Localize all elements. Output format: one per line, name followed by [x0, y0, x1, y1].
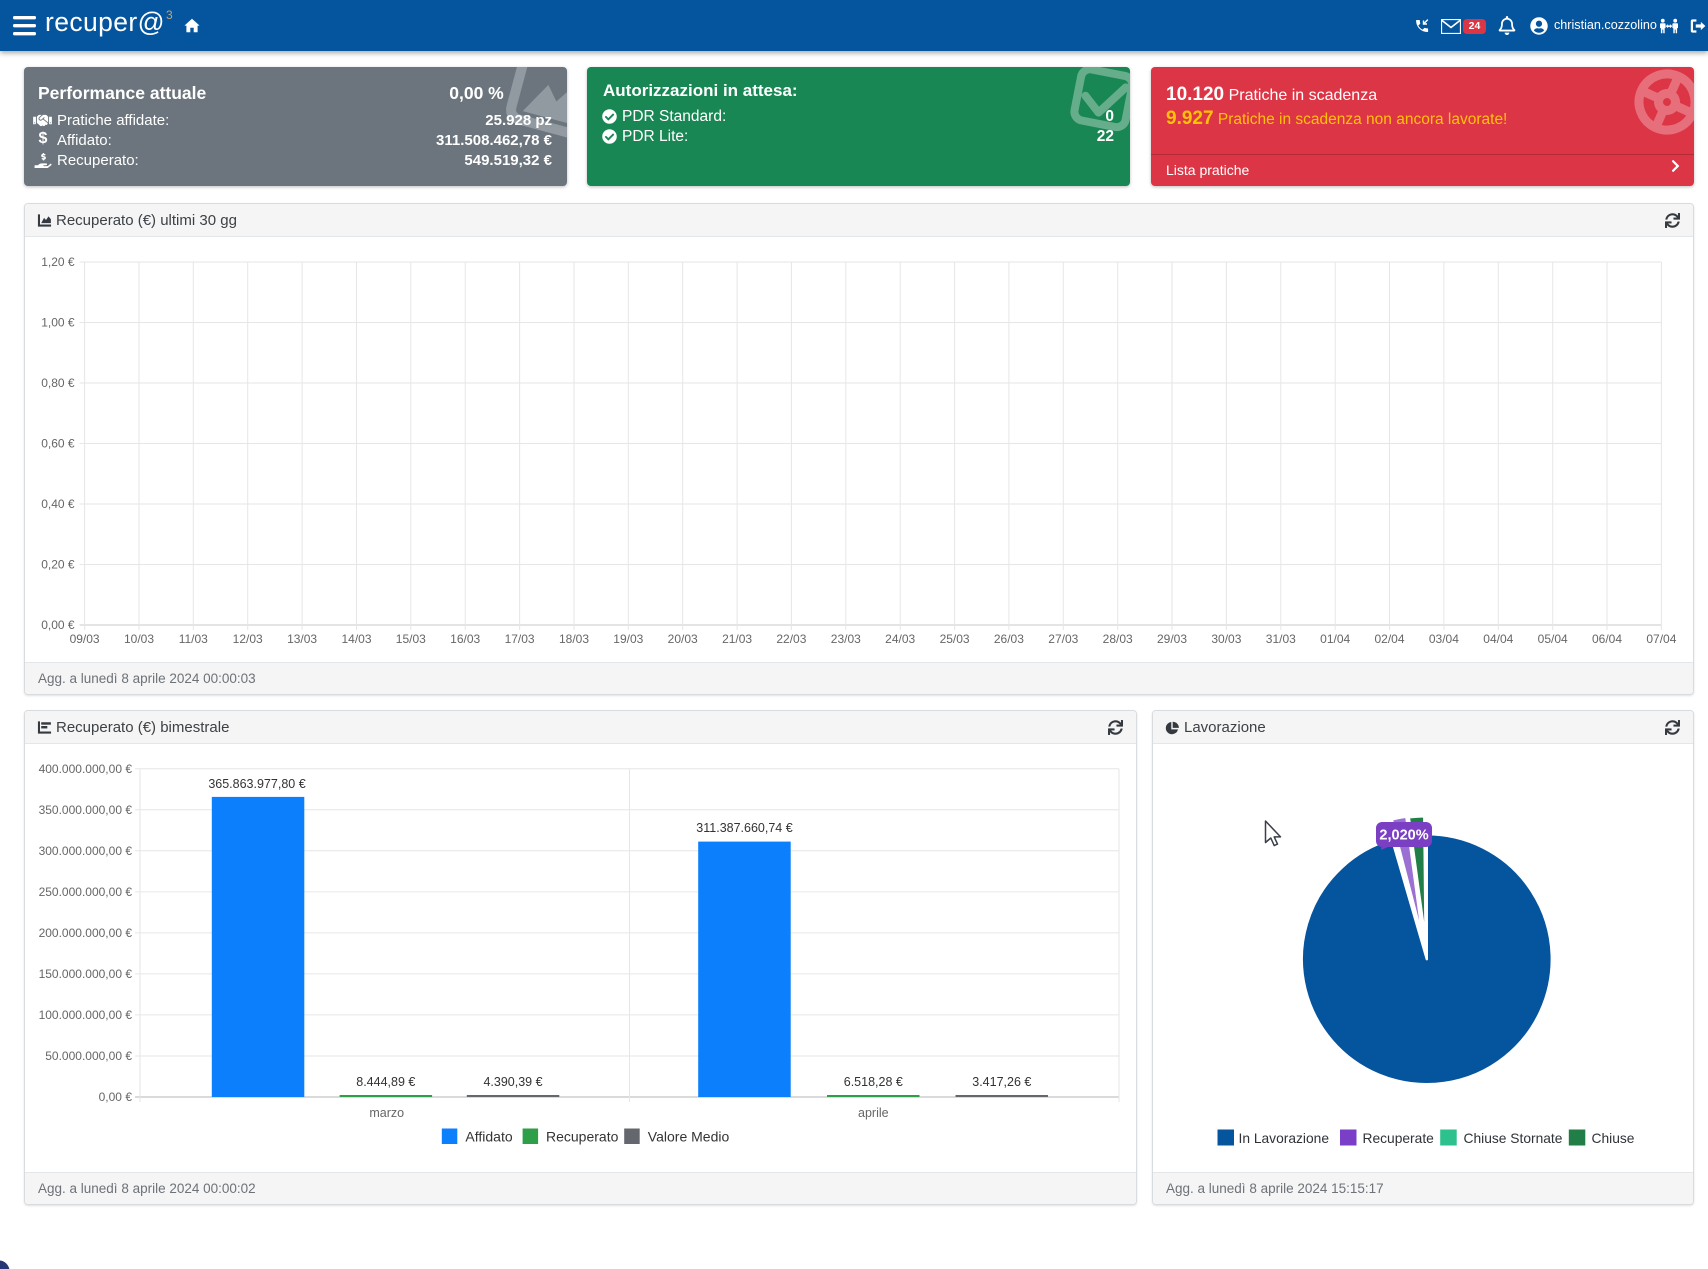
svg-text:Recuperate: Recuperate	[1363, 1131, 1435, 1146]
svg-text:3.417,26 €: 3.417,26 €	[972, 1075, 1031, 1089]
svg-text:2,020%: 2,020%	[1379, 828, 1428, 844]
svg-text:6.518,28 €: 6.518,28 €	[844, 1075, 903, 1089]
svg-text:Chiuse Stornate: Chiuse Stornate	[1464, 1131, 1563, 1146]
svg-text:1,20 €: 1,20 €	[41, 255, 75, 269]
svg-text:31/03: 31/03	[1266, 632, 1296, 646]
svg-text:1,00 €: 1,00 €	[41, 316, 75, 330]
svg-text:28/03: 28/03	[1103, 632, 1133, 646]
svg-text:311.387.660,74 €: 311.387.660,74 €	[696, 821, 792, 835]
svg-text:29/03: 29/03	[1157, 632, 1187, 646]
svg-text:21/03: 21/03	[722, 632, 752, 646]
svg-text:Valore Medio: Valore Medio	[648, 1129, 730, 1145]
svg-text:23/03: 23/03	[831, 632, 861, 646]
svg-text:26/03: 26/03	[994, 632, 1024, 646]
svg-text:350.000.000,00 €: 350.000.000,00 €	[39, 803, 133, 817]
svg-text:4.390,39 €: 4.390,39 €	[483, 1075, 542, 1089]
svg-text:10/03: 10/03	[124, 632, 154, 646]
svg-text:0,20 €: 0,20 €	[41, 558, 75, 572]
svg-text:13/03: 13/03	[287, 632, 317, 646]
svg-text:19/03: 19/03	[613, 632, 643, 646]
svg-text:aprile: aprile	[858, 1106, 889, 1120]
svg-text:0,00 €: 0,00 €	[41, 618, 75, 632]
svg-text:06/04: 06/04	[1592, 632, 1622, 646]
svg-text:0,80 €: 0,80 €	[41, 376, 75, 390]
svg-text:250.000.000,00 €: 250.000.000,00 €	[39, 885, 133, 899]
svg-text:12/03: 12/03	[233, 632, 263, 646]
svg-text:05/04: 05/04	[1538, 632, 1568, 646]
svg-text:Affidato: Affidato	[465, 1129, 512, 1145]
svg-text:Recuperato: Recuperato	[546, 1129, 619, 1145]
svg-text:02/04: 02/04	[1374, 632, 1404, 646]
svg-text:22/03: 22/03	[776, 632, 806, 646]
svg-text:14/03: 14/03	[341, 632, 371, 646]
svg-text:marzo: marzo	[369, 1106, 404, 1120]
svg-text:25/03: 25/03	[940, 632, 970, 646]
svg-text:17/03: 17/03	[505, 632, 535, 646]
svg-text:8.444,89 €: 8.444,89 €	[356, 1075, 415, 1089]
svg-text:0,00 €: 0,00 €	[99, 1090, 133, 1104]
svg-text:27/03: 27/03	[1048, 632, 1078, 646]
svg-text:24/03: 24/03	[885, 632, 915, 646]
svg-text:16/03: 16/03	[450, 632, 480, 646]
svg-text:20/03: 20/03	[668, 632, 698, 646]
svg-text:In Lavorazione: In Lavorazione	[1239, 1131, 1330, 1146]
svg-text:09/03: 09/03	[70, 632, 100, 646]
svg-text:365.863.977,80 €: 365.863.977,80 €	[208, 777, 305, 791]
svg-text:0,60 €: 0,60 €	[41, 437, 75, 451]
svg-text:04/04: 04/04	[1483, 632, 1513, 646]
svg-text:50.000.000,00 €: 50.000.000,00 €	[45, 1049, 132, 1063]
svg-text:400.000.000,00 €: 400.000.000,00 €	[39, 762, 133, 776]
svg-text:200.000.000,00 €: 200.000.000,00 €	[39, 926, 133, 940]
svg-text:07/04: 07/04	[1646, 632, 1676, 646]
svg-text:Chiuse: Chiuse	[1592, 1131, 1635, 1146]
svg-text:30/03: 30/03	[1211, 632, 1241, 646]
svg-text:150.000.000,00 €: 150.000.000,00 €	[39, 967, 133, 981]
svg-text:100.000.000,00 €: 100.000.000,00 €	[39, 1008, 133, 1022]
svg-text:11/03: 11/03	[179, 632, 208, 646]
svg-text:18/03: 18/03	[559, 632, 589, 646]
svg-text:01/04: 01/04	[1320, 632, 1350, 646]
svg-text:15/03: 15/03	[396, 632, 426, 646]
svg-text:0,40 €: 0,40 €	[41, 497, 75, 511]
svg-text:300.000.000,00 €: 300.000.000,00 €	[39, 844, 133, 858]
svg-text:03/04: 03/04	[1429, 632, 1459, 646]
